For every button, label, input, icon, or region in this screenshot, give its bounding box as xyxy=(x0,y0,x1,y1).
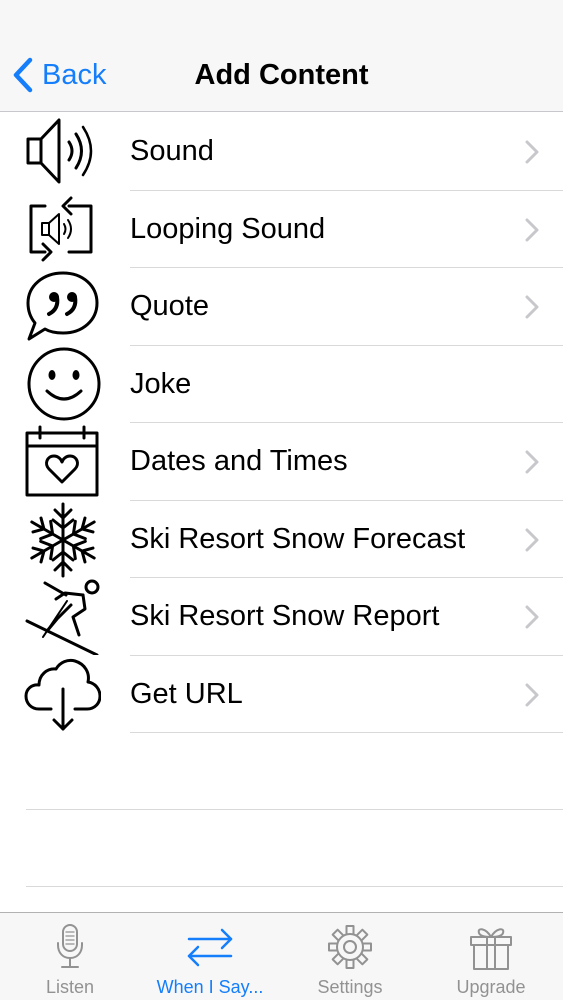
chevron-right-icon xyxy=(525,683,539,706)
list-item-ski-resort-snow-forecast[interactable]: Ski Resort Snow Forecast xyxy=(0,501,563,578)
list-item-joke[interactable]: Joke xyxy=(0,346,563,423)
snowflake-icon xyxy=(23,502,101,578)
calendar-heart-icon xyxy=(23,424,101,500)
list-item-label: Dates and Times xyxy=(130,445,348,477)
empty-row-divider xyxy=(26,809,563,810)
list-item-sound[interactable]: Sound xyxy=(0,113,563,191)
list-item-ski-resort-snow-report[interactable]: Ski Resort Snow Report xyxy=(0,578,563,656)
loop-speaker-icon xyxy=(23,192,101,268)
list-item-label: Sound xyxy=(130,135,214,167)
smiley-icon xyxy=(23,347,101,423)
page-title: Add Content xyxy=(194,59,369,91)
row-divider xyxy=(130,732,563,733)
gift-icon xyxy=(470,928,512,970)
tab-settings[interactable]: Settings xyxy=(280,913,420,1001)
empty-row-divider xyxy=(26,886,563,887)
chevron-right-icon xyxy=(525,450,539,474)
skier-icon xyxy=(23,579,101,655)
chevron-right-icon xyxy=(525,295,539,319)
gear-icon xyxy=(328,925,372,969)
list-item-label: Ski Resort Snow Report xyxy=(130,600,440,632)
tab-label: Listen xyxy=(45,977,95,997)
list-item-looping-sound[interactable]: Looping Sound xyxy=(0,191,563,268)
tab-when-i-say[interactable]: When I Say... xyxy=(140,913,280,1001)
list-item-get-url[interactable]: Get URL xyxy=(0,656,563,733)
list-item-label: Looping Sound xyxy=(130,212,326,245)
list-item-quote[interactable]: Quote xyxy=(0,268,563,346)
chevron-right-icon xyxy=(525,605,539,629)
speaker-icon xyxy=(23,114,101,190)
swap-arrows-icon xyxy=(187,928,233,967)
chevron-right-icon xyxy=(525,140,539,164)
tab-label: Settings xyxy=(317,977,383,997)
tab-upgrade[interactable]: Upgrade xyxy=(421,913,561,1001)
navigation-bar: Back Add Content xyxy=(0,0,563,112)
microphone-icon xyxy=(57,924,83,968)
chevron-right-icon xyxy=(525,528,539,551)
list-item-dates-and-times[interactable]: Dates and Times xyxy=(0,423,563,501)
content-type-list: Sound Looping Sound Quote Joke Dates and… xyxy=(0,113,563,733)
cloud-download-icon xyxy=(23,657,101,733)
list-item-label: Get URL xyxy=(130,677,243,710)
tab-listen[interactable]: Listen xyxy=(0,913,140,1001)
tab-label: When I Say... xyxy=(156,977,264,997)
tab-bar: Listen When I Say... Settings Upgrade xyxy=(0,912,563,1000)
list-item-label: Ski Resort Snow Forecast xyxy=(130,522,466,555)
quote-bubble-icon xyxy=(23,269,101,345)
list-item-label: Joke xyxy=(130,367,192,400)
list-item-label: Quote xyxy=(130,290,209,322)
chevron-right-icon xyxy=(525,218,539,241)
tab-label: Upgrade xyxy=(456,977,526,997)
